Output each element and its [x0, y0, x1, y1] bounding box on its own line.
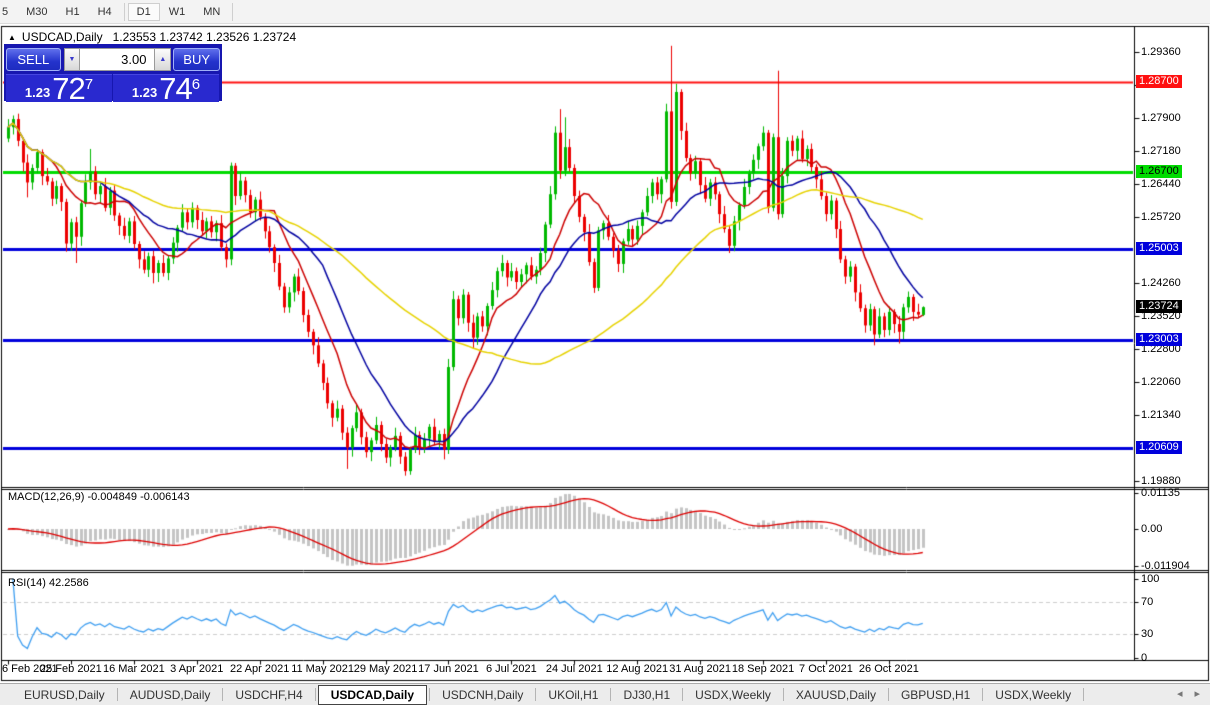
buy-price-prefix: 1.23	[132, 85, 157, 100]
chart-tab-USDCHF,H4[interactable]: USDCHF,H4	[225, 686, 312, 704]
price-axis-label: 1.29360	[1141, 46, 1181, 58]
tab-separator	[117, 688, 118, 701]
price-axis-label: 1.27180	[1141, 145, 1181, 157]
timeframe-button-H1[interactable]: H1	[57, 3, 89, 21]
tab-separator	[429, 688, 430, 701]
timeframe-button-MN[interactable]: MN	[194, 3, 229, 21]
timeframe-toolbar: 5M30H1H4 D1W1MN	[0, 0, 1210, 24]
macd-scale-label: -0.011904	[1141, 560, 1190, 572]
current-price-badge: 1.23724	[1136, 300, 1182, 313]
price-level-badge: 1.23003	[1136, 333, 1182, 346]
tab-scroll-right-icon[interactable]: ▸	[1194, 688, 1200, 700]
volume-increase-button[interactable]: ▲	[154, 48, 171, 71]
chart-tab-DJ30,H1[interactable]: DJ30,H1	[613, 686, 680, 704]
chart-title: ▲ USDCAD,Daily 1.23553 1.23742 1.23526 1.2…	[8, 30, 296, 44]
chart-symbol-period: USDCAD,Daily	[22, 30, 103, 44]
trading-terminal-window: 5M30H1H4 D1W1MN ▲ USDCAD,Daily 1.23553 1.23…	[0, 0, 1210, 705]
date-axis-label: 29 May 2021	[354, 663, 418, 675]
toolbar-separator	[124, 3, 125, 21]
buy-price-sup: 6	[192, 80, 200, 90]
tab-separator	[982, 688, 983, 701]
tab-scroll-left-icon[interactable]: ◂	[1177, 688, 1183, 700]
one-click-trading-panel: SELL ▼ ▲ BUY 1.23 72 7 1.23 74 6	[4, 44, 222, 101]
tab-separator	[222, 688, 223, 701]
price-axis-label: 1.24260	[1141, 277, 1181, 289]
price-level-badge: 1.26700	[1136, 165, 1182, 178]
date-axis-label: 11 May 2021	[291, 663, 354, 675]
toolbar-separator	[232, 3, 233, 21]
volume-input[interactable]	[80, 48, 154, 71]
price-axis-label: 1.21340	[1141, 409, 1181, 421]
date-axis-label: 22 Apr 2021	[230, 663, 289, 675]
timeframe-button-H4[interactable]: H4	[89, 3, 121, 21]
rsi-indicator-label: RSI(14) 42.2586	[8, 577, 89, 589]
sell-price-display[interactable]: 1.23 72 7	[6, 74, 112, 102]
price-axis-label: 1.27900	[1141, 112, 1181, 124]
macd-scale-label: 0.00	[1141, 523, 1162, 535]
date-axis-label: 31 Aug 2021	[669, 663, 731, 675]
spin-up-icon: ▲	[159, 56, 166, 63]
chart-tab-bar: EURUSD,Daily AUDUSD,DailyUSDCHF,H4 USDCAD,…	[0, 683, 1210, 705]
tab-separator	[535, 688, 536, 701]
rsi-scale-label: 0	[1141, 652, 1147, 664]
chart-tab-EURUSD,Daily[interactable]: EURUSD,Daily	[14, 686, 115, 704]
sell-price-prefix: 1.23	[25, 85, 50, 100]
collapse-triangle-icon: ▲	[8, 33, 16, 42]
tab-scroll-arrows: ◂▸	[1165, 687, 1200, 700]
price-axis-label: 1.25720	[1141, 211, 1181, 223]
date-axis-label: 24 Jul 2021	[546, 663, 603, 675]
chart-tab-AUDUSD,Daily[interactable]: AUDUSD,Daily	[120, 686, 221, 704]
sell-price-sup: 7	[85, 80, 93, 90]
sell-price-big: 72	[52, 75, 84, 102]
chart-tab-USDX,Weekly[interactable]: USDX,Weekly	[685, 686, 781, 704]
chart-tab-USDCAD,Daily[interactable]: USDCAD,Daily	[318, 685, 427, 705]
chart-tab-XAUUSD,Daily[interactable]: XAUUSD,Daily	[786, 686, 886, 704]
volume-decrease-button[interactable]: ▼	[64, 48, 81, 71]
price-level-badge: 1.28700	[1136, 75, 1182, 88]
chart-tab-UKOil,H1[interactable]: UKOil,H1	[538, 686, 608, 704]
chart-tab-GBPUSD,H1[interactable]: GBPUSD,H1	[891, 686, 980, 704]
rsi-scale-label: 70	[1141, 596, 1153, 608]
tab-separator	[783, 688, 784, 701]
tab-separator	[1083, 688, 1084, 701]
tab-separator	[315, 688, 316, 701]
tab-separator	[682, 688, 683, 701]
chart-ohlc-values: 1.23553 1.23742 1.23526 1.23724	[113, 30, 297, 44]
macd-scale-label: 0.01135	[1141, 487, 1180, 499]
rsi-scale-label: 30	[1141, 628, 1153, 640]
timeframe-button-D1[interactable]: D1	[128, 3, 160, 21]
buy-price-big: 74	[159, 75, 191, 102]
price-axis-label: 1.19880	[1141, 475, 1181, 487]
date-axis-label: 16 Mar 2021	[103, 663, 165, 675]
price-axis-label: 1.26440	[1141, 178, 1181, 190]
date-axis-label: 12 Aug 2021	[606, 663, 668, 675]
date-axis-label: 25 Feb 2021	[40, 663, 102, 675]
buy-button[interactable]: BUY	[173, 48, 220, 71]
chart-tab-USDX,Weekly[interactable]: USDX,Weekly	[985, 686, 1081, 704]
price-axis-label: 1.22060	[1141, 376, 1181, 388]
date-axis-label: 6 Jul 2021	[486, 663, 537, 675]
timeframe-button-M30[interactable]: M30	[17, 3, 56, 21]
date-axis-label: 3 Apr 2021	[170, 663, 223, 675]
date-axis-label: 26 Oct 2021	[859, 663, 919, 675]
price-level-badge: 1.25003	[1136, 242, 1182, 255]
rsi-scale-label: 100	[1141, 573, 1159, 585]
buy-price-display[interactable]: 1.23 74 6	[113, 74, 219, 102]
tab-separator	[610, 688, 611, 701]
price-level-badge: 1.20609	[1136, 441, 1182, 454]
tab-separator	[888, 688, 889, 701]
timeframe-button-W1[interactable]: W1	[160, 3, 195, 21]
date-axis-label: 17 Jun 2021	[418, 663, 479, 675]
date-axis-label: 7 Oct 2021	[799, 663, 853, 675]
spin-down-icon: ▼	[69, 56, 76, 63]
sell-button[interactable]: SELL	[6, 48, 61, 71]
macd-indicator-label: MACD(12,26,9) -0.004849 -0.006143	[8, 491, 190, 503]
date-axis-label: 18 Sep 2021	[732, 663, 794, 675]
chart-tab-USDCNH,Daily[interactable]: USDCNH,Daily	[432, 686, 533, 704]
timeframe-button-5[interactable]: 5	[0, 3, 17, 21]
